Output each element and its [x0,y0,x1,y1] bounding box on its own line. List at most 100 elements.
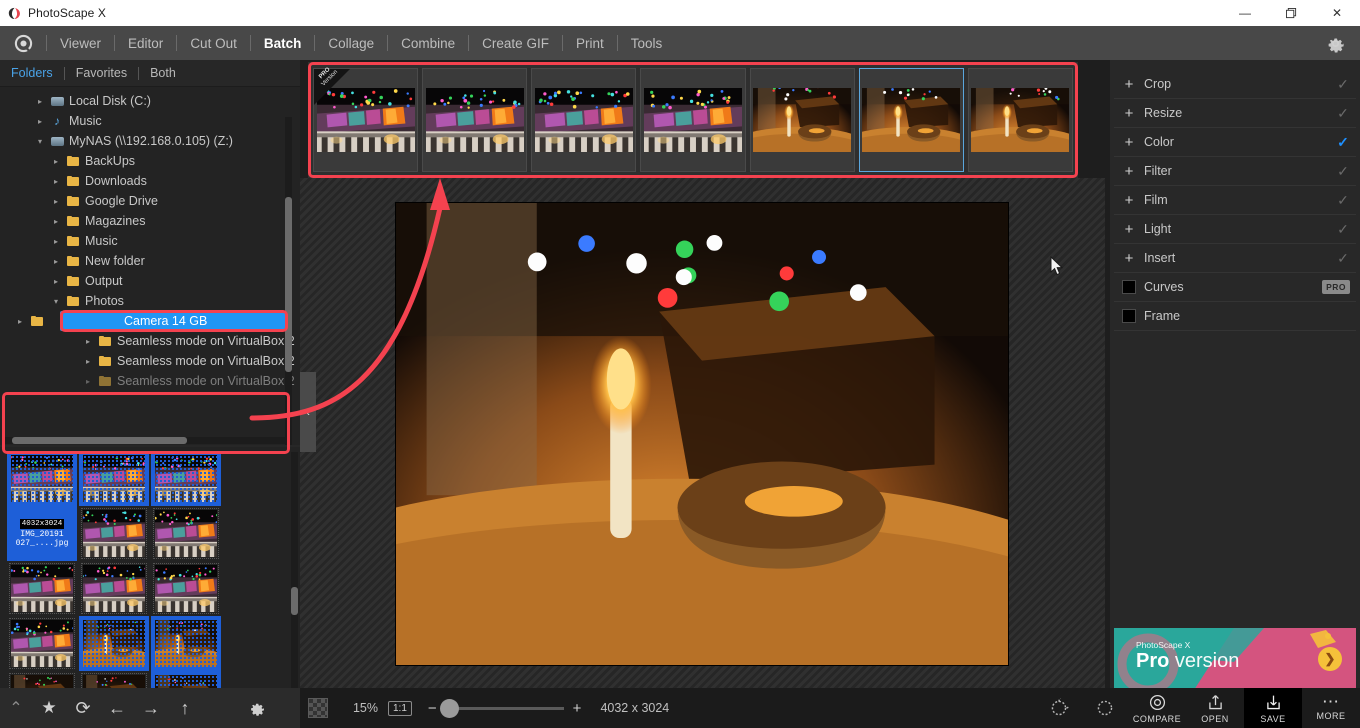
menu-item-tools[interactable]: Tools [618,26,676,60]
filmstrip-thumbnail[interactable]: PROVersion [313,68,418,172]
plus-icon[interactable]: + [1114,250,1144,267]
chevron-right-icon[interactable]: ▸ [48,277,64,286]
tree-item-backups[interactable]: ▸ BackUps [0,151,300,171]
chevron-right-icon[interactable]: ▸ [80,377,96,386]
plus-icon[interactable]: + [1114,163,1144,180]
transparency-toggle[interactable] [308,698,328,718]
chevron-down-icon[interactable]: ▾ [48,297,64,306]
redo-button[interactable] [1082,688,1128,728]
grid-thumbnail[interactable] [7,616,77,671]
grid-thumbnail[interactable] [151,561,221,616]
tree-item-downloads[interactable]: ▸ Downloads [0,171,300,191]
menu-item-editor[interactable]: Editor [115,26,176,60]
swatch-icon[interactable] [1114,309,1144,323]
filmstrip-thumbnail[interactable] [531,68,636,172]
grid-scrollbar[interactable] [291,452,298,728]
menu-item-cut-out[interactable]: Cut Out [177,26,250,60]
filmstrip-thumbnail[interactable] [640,68,745,172]
tree-vertical-scrollbar[interactable] [285,117,292,445]
chevron-down-icon[interactable]: ▾ [32,137,48,146]
tree-item-local-disk[interactable]: ▸ Local Disk (C:) [0,91,300,111]
menu-item-create-gif[interactable]: Create GIF [469,26,562,60]
plus-icon[interactable]: + [1114,105,1144,122]
ad-arrow-button[interactable]: ❯ [1318,647,1342,671]
back-arrow-icon[interactable]: ← [100,688,134,728]
option-checkmark[interactable]: ✓ [1330,105,1356,122]
plus-icon[interactable]: + [1114,76,1144,93]
chevron-right-icon[interactable]: ▸ [48,257,64,266]
minimize-button[interactable]: — [1222,0,1268,26]
chevron-right-icon[interactable]: ▸ [48,197,64,206]
filmstrip-thumbnail[interactable] [859,68,964,172]
grid-thumbnail[interactable] [79,451,149,506]
chevron-right-icon[interactable]: ▸ [48,217,64,226]
tree-item-photos[interactable]: ▾ Photos [0,291,300,311]
forward-arrow-icon[interactable]: → [134,688,168,728]
collapse-panel-button[interactable]: ‹ [300,372,316,452]
tree-item-camera[interactable]: ▸ Camera 14 GB [60,311,292,331]
menu-item-collage[interactable]: Collage [315,26,387,60]
chevron-right-icon[interactable]: ▸ [32,97,48,106]
refresh-icon[interactable]: ⟳ [66,688,100,728]
grid-thumbnail[interactable] [7,451,77,506]
option-row-crop[interactable]: +Crop✓ [1114,70,1356,99]
filmstrip-thumbnail[interactable] [750,68,855,172]
tree-item-new-folder[interactable]: ▸ New folder [0,251,300,271]
tree-item-output[interactable]: ▸ Output [0,271,300,291]
option-row-curves[interactable]: CurvesPRO [1114,273,1356,302]
menu-item-combine[interactable]: Combine [388,26,468,60]
tree-item-seamless-2[interactable]: ▸ Seamless mode on VirtualBox 2 [0,351,300,371]
tree-item-seamless-1[interactable]: ▸ Seamless mode on VirtualBox 2 [0,331,300,351]
sidebar-tab-both[interactable]: Both [139,60,187,87]
sidebar-tab-favorites[interactable]: Favorites [65,60,138,87]
scrollbar-thumb[interactable] [285,197,292,372]
menu-item-print[interactable]: Print [563,26,617,60]
swatch-icon[interactable] [1114,280,1144,294]
chevron-up-icon[interactable]: ⌃ [0,688,32,728]
compare-button[interactable]: COMPARE [1128,688,1186,728]
grid-thumbnail[interactable] [151,451,221,506]
preview-image[interactable] [396,203,1008,665]
option-row-color[interactable]: +Color✓ [1114,128,1356,157]
close-button[interactable]: ✕ [1314,0,1360,26]
grid-thumbnail[interactable] [151,506,221,561]
chevron-right-icon[interactable]: ▸ [48,177,64,186]
tree-item-google-drive[interactable]: ▸ Google Drive [0,191,300,211]
filmstrip-thumbnail[interactable] [422,68,527,172]
option-checkmark[interactable]: ✓ [1330,192,1356,209]
pro-version-ad-banner[interactable]: PhotoScape X Pro version ❯ [1114,628,1356,690]
sidebar-tab-folders[interactable]: Folders [0,60,64,87]
chevron-right-icon[interactable]: ▸ [32,117,48,126]
option-row-insert[interactable]: +Insert✓ [1114,244,1356,273]
up-arrow-icon[interactable]: ↑ [168,688,202,728]
undo-button[interactable] [1036,688,1082,728]
option-checkmark[interactable]: ✓ [1330,250,1356,267]
grid-thumbnail[interactable] [151,616,221,671]
tree-item-mynas[interactable]: ▾ MyNAS (\\192.168.0.105) (Z:) [0,131,300,151]
gear-icon[interactable] [240,688,274,728]
grid-thumbnail[interactable] [79,616,149,671]
grid-thumbnail[interactable] [79,561,149,616]
chevron-right-icon[interactable]: ▸ [12,317,28,326]
plus-icon[interactable]: + [1114,192,1144,209]
option-row-frame[interactable]: Frame [1114,302,1356,331]
plus-icon[interactable]: + [1114,134,1144,151]
option-checkmark[interactable]: ✓ [1330,163,1356,180]
filmstrip[interactable]: PROVersion [308,62,1078,178]
filmstrip-thumbnail[interactable] [968,68,1073,172]
open-button[interactable]: OPEN [1186,688,1244,728]
option-row-resize[interactable]: +Resize✓ [1114,99,1356,128]
thumbnail-grid[interactable]: 4032x3024IMG_20191027_....jpg [0,447,300,728]
tree-horizontal-scrollbar[interactable] [2,437,290,444]
option-row-film[interactable]: +Film✓ [1114,186,1356,215]
scrollbar-thumb[interactable] [12,437,187,444]
one-to-one-button[interactable]: 1:1 [388,701,412,716]
menu-item-batch[interactable]: Batch [251,26,315,60]
grid-thumbnail[interactable]: 4032x3024IMG_20191027_....jpg [7,506,77,561]
zoom-out-button[interactable]: − [428,700,437,717]
tree-item-seamless-3[interactable]: ▸ Seamless mode on VirtualBox 2 [0,371,300,391]
restore-button[interactable] [1268,0,1314,26]
folder-tree[interactable]: ▸ Local Disk (C:) ▸ ♪ Music ▾ MyNAS (\\1… [0,87,300,445]
tree-item-magazines[interactable]: ▸ Magazines [0,211,300,231]
zoom-slider-handle[interactable] [440,699,459,718]
